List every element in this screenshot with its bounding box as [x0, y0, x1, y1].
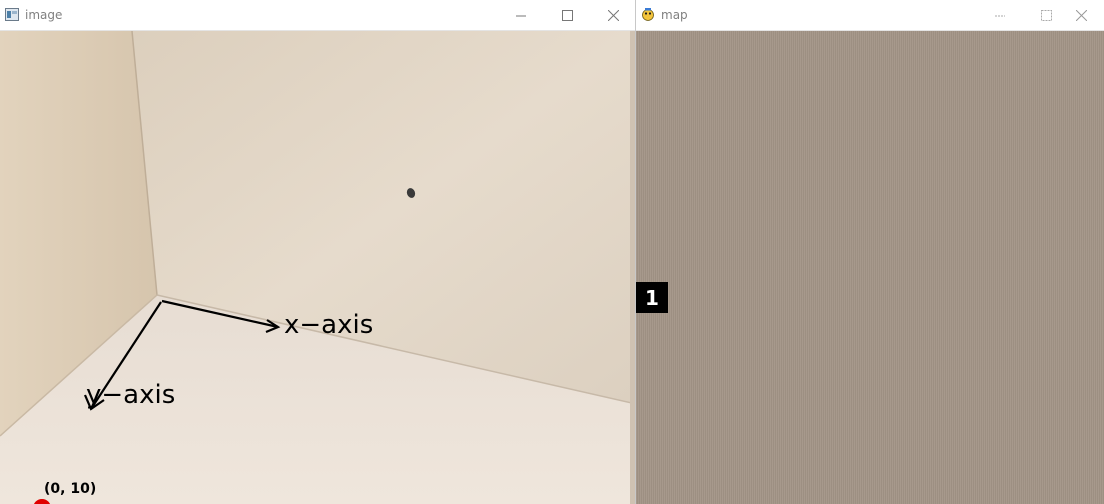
maximize-icon: [561, 10, 573, 21]
app-icon: [5, 8, 19, 21]
minimize-button[interactable]: [498, 0, 544, 31]
minimize-button[interactable]: [977, 0, 1023, 31]
image-window-titlebar[interactable]: image: [0, 0, 635, 31]
minimize-icon: [995, 15, 1005, 16]
camera-scene: [0, 31, 635, 504]
pygame-snake-icon: [642, 8, 654, 21]
map-canvas[interactable]: [636, 31, 1104, 504]
y-axis-label: y−axis: [86, 380, 176, 410]
close-icon: [1075, 10, 1087, 21]
camera-image-view: x−axis y−axis (0, 10): [0, 31, 635, 504]
image-window: image x−axis y−axis (0, 10): [0, 0, 636, 504]
x-axis-label: x−axis: [284, 310, 374, 340]
close-button[interactable]: [590, 0, 635, 31]
map-window-title: map: [661, 8, 688, 22]
map-window: map: [636, 0, 1104, 504]
maximize-icon: [1040, 10, 1052, 21]
close-icon: [607, 10, 619, 21]
minimize-icon: [516, 15, 526, 16]
maximize-button[interactable]: [544, 0, 590, 31]
map-window-titlebar[interactable]: map: [636, 0, 1104, 31]
step-number-badge: 1: [636, 282, 668, 313]
image-window-title: image: [25, 8, 63, 22]
close-button[interactable]: [1058, 0, 1104, 31]
point-coordinate-label: (0, 10): [44, 481, 97, 497]
